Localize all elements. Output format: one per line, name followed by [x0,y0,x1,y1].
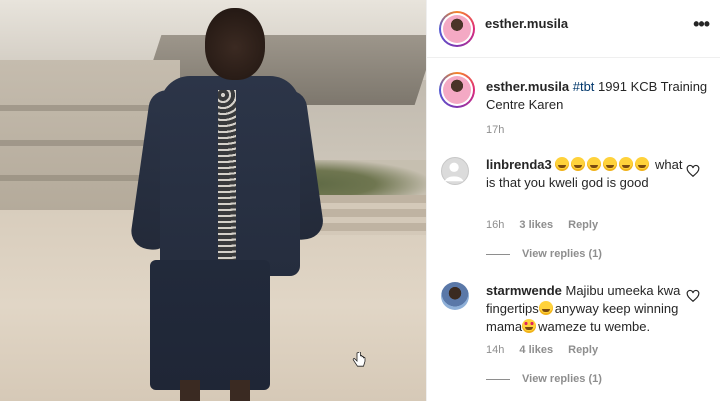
laughing-emoji-icon [603,157,618,171]
avatar[interactable] [439,72,475,108]
divider [486,378,510,380]
avatar[interactable] [441,157,469,185]
photo-person-skirt [150,260,270,390]
laughing-emoji-icon [571,157,586,171]
post-header: esther.musila ••• [427,0,720,58]
laughing-emoji-icon [635,157,650,171]
comment-text: linbrenda3 what is that you kweli god is… [486,156,691,192]
comment-likes[interactable]: 3 likes [519,219,553,231]
heart-outline-icon[interactable] [686,289,700,303]
laughing-emoji-icon [587,157,602,171]
divider [486,253,510,255]
reply-button[interactable]: Reply [568,219,598,231]
comment-text: starmwende Majibu umeeka kwa fingertips a… [486,282,696,336]
heart-eyes-emoji-icon [522,319,537,333]
heart-outline-icon[interactable] [686,164,700,178]
comment-username[interactable]: starmwende [486,283,562,298]
post-details-panel: esther.musila ••• esther.musila #tbt 199… [426,0,720,401]
more-options-icon[interactable]: ••• [693,14,710,35]
comment-time[interactable]: 14h [486,344,504,356]
comment-likes[interactable]: 4 likes [519,344,553,356]
laughing-emoji-icon [538,301,553,315]
photo-person-leg [180,380,200,401]
comment-time[interactable]: 16h [486,219,504,231]
photo-person-head [205,8,265,80]
comment-meta: 16h 3 likes Reply [486,219,610,231]
view-replies-label: View replies (1) [522,373,602,385]
hand-pointer-icon [352,352,366,367]
laughing-emoji-icon [619,157,634,171]
view-replies-label: View replies (1) [522,248,602,260]
view-replies-button[interactable]: View replies (1) [486,373,602,385]
avatar[interactable] [441,282,469,310]
photo-jacket-trim [218,90,236,275]
caption-username[interactable]: esther.musila [486,79,569,94]
photo-person-leg [230,380,250,401]
laughing-emoji-icon [555,157,570,171]
avatar[interactable] [439,11,475,47]
photo-building-stripe [0,105,170,111]
caption-hashtag[interactable]: #tbt [573,79,595,94]
reply-button[interactable]: Reply [568,344,598,356]
comment-meta: 14h 4 likes Reply [486,344,610,356]
view-replies-button[interactable]: View replies (1) [486,248,602,260]
post-photo[interactable] [0,0,426,401]
post-caption: esther.musila #tbt 1991 KCB Training Cen… [486,78,711,114]
comment-body: wameze tu wembe. [538,319,651,334]
caption-time[interactable]: 17h [486,124,504,136]
comment-username[interactable]: linbrenda3 [486,157,552,172]
header-username[interactable]: esther.musila [485,16,568,31]
